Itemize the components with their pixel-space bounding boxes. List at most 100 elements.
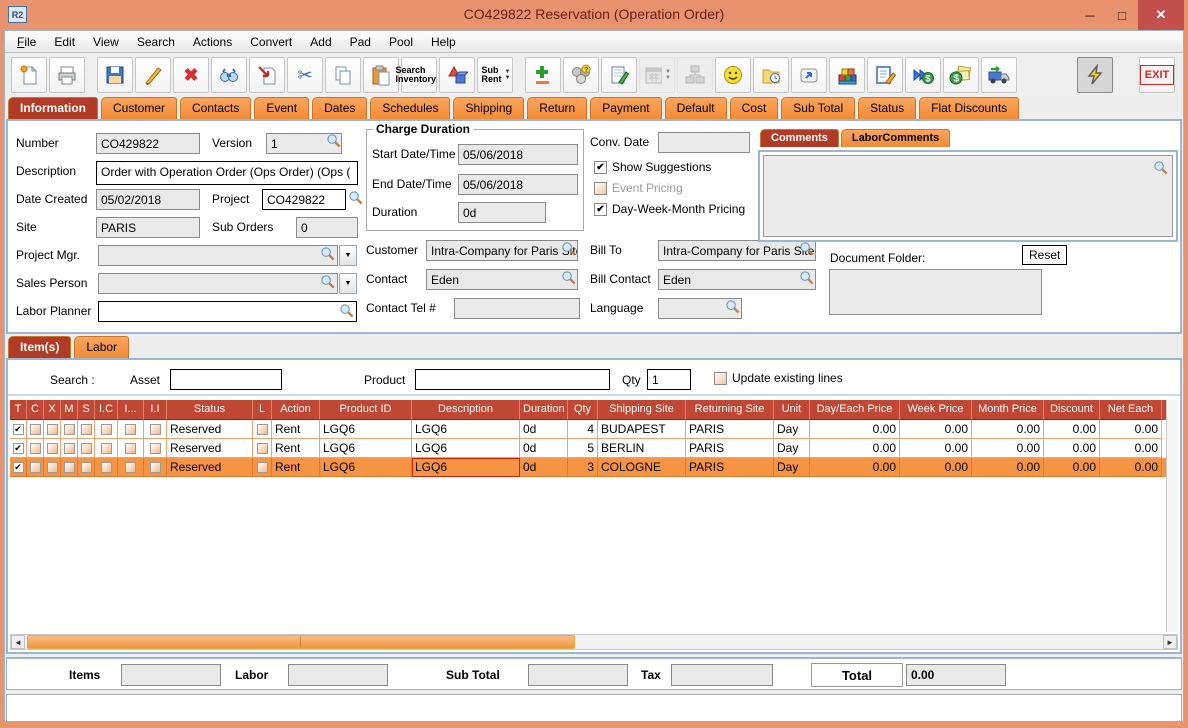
product-input[interactable] [415,369,610,390]
checkbox-icon[interactable] [64,462,75,473]
flag-cell[interactable] [118,458,144,477]
cell-l[interactable] [253,458,272,477]
minimize-icon[interactable]: ─ [1074,0,1106,30]
contact-field[interactable]: Eden [426,269,578,290]
column-header[interactable]: T [10,400,27,420]
search-icon[interactable] [725,299,740,314]
menu-convert[interactable]: Convert [250,35,292,49]
menu-pad[interactable]: Pad [350,35,371,49]
cell-returning-site[interactable]: PARIS [686,420,774,439]
conv-date-field[interactable] [658,132,750,153]
start-date-field[interactable]: 05/06/2018 [458,144,578,165]
search-icon[interactable] [561,241,576,256]
edit-note-button[interactable] [867,57,903,93]
flag-cell[interactable] [95,458,118,477]
date-created-field[interactable]: 05/02/2018 [96,189,200,210]
cell-product-id[interactable]: LGQ6 [320,420,412,439]
cell-qty[interactable]: 4 [568,420,598,439]
document-folder-field[interactable] [829,269,1042,315]
checkbox-icon[interactable] [594,203,607,216]
tab-shipping[interactable]: Shipping [453,97,524,119]
labor-planner-field[interactable] [98,301,357,322]
customer-field[interactable]: Intra-Company for Paris Site [426,240,578,261]
cell-l[interactable] [253,420,272,439]
flag-cell[interactable] [78,439,95,458]
tab-sub-total[interactable]: Sub Total [781,97,855,119]
description-field[interactable]: Order with Operation Order (Ops Order) (… [96,161,358,185]
qty-input[interactable]: 1 [647,369,691,390]
checkbox-icon[interactable] [30,443,41,454]
column-header[interactable]: X [44,400,61,420]
sales-person-field[interactable] [98,273,338,294]
cell-day-each-price[interactable]: 0.00 [810,420,900,439]
flag-cell[interactable] [118,439,144,458]
duration-field[interactable]: 0d [458,202,546,223]
checkbox-icon[interactable] [47,443,58,454]
close-icon[interactable]: ✕ [1138,0,1184,30]
column-header[interactable]: Product ID [320,400,412,420]
cell-month-price[interactable]: 0.00 [972,420,1044,439]
column-header[interactable]: S [78,400,95,420]
cell-returning-site[interactable]: PARIS [686,439,774,458]
project-mgr-dropdown[interactable]: ▼ [339,245,357,266]
cell-discount[interactable]: 0.00 [1044,439,1100,458]
column-header[interactable]: Status [167,400,253,420]
flag-cell[interactable] [61,420,78,439]
tab-status[interactable]: Status [858,97,916,119]
checkbox-icon[interactable] [81,443,92,454]
print-button[interactable] [49,57,85,93]
cell-duration[interactable]: 0d [520,420,568,439]
column-header[interactable]: M [61,400,78,420]
cell-product-id[interactable]: LGQ6 [320,439,412,458]
project-mgr-field[interactable] [98,245,338,266]
chevron-down-icon[interactable]: ▼▼ [505,69,511,81]
scroll-right-icon[interactable]: ► [1163,635,1177,649]
shortcut-key-button[interactable] [791,57,827,93]
find-button[interactable] [211,57,247,93]
search-icon[interactable] [799,270,814,285]
column-header[interactable]: Week Price [900,400,972,420]
menu-search[interactable]: Search [137,35,175,49]
checkbox-icon[interactable] [47,462,58,473]
sub-orders-field[interactable]: 0 [296,217,358,238]
column-header[interactable]: Returning Site [686,400,774,420]
checkbox-icon[interactable] [714,372,727,385]
cell-net-each[interactable]: 0.00 [1100,458,1162,477]
checkbox-icon[interactable] [150,424,161,435]
group-query-button[interactable]: ? [563,57,599,93]
flag-cell[interactable] [144,439,167,458]
checkbox-icon[interactable] [150,462,161,473]
cell-action[interactable]: Rent [272,439,320,458]
tab-payment[interactable]: Payment [590,97,661,119]
scroll-left-icon[interactable]: ◄ [11,635,25,649]
flag-cell[interactable] [10,420,27,439]
edit-button[interactable] [135,57,171,93]
table-row[interactable]: ReservedRentLGQ6LGQ60d5BERLINPARISDay0.0… [10,439,1166,458]
menu-edit[interactable]: Edit [54,35,75,49]
column-header[interactable]: Discount [1044,400,1100,420]
cell-l[interactable] [253,439,272,458]
quick-action-button[interactable] [1077,57,1113,93]
checkbox-icon[interactable] [594,161,607,174]
search-icon[interactable] [320,246,335,261]
menu-add[interactable]: Add [310,35,331,49]
checkbox-icon[interactable] [81,424,92,435]
checkbox-icon[interactable] [150,443,161,454]
new-document-button[interactable] [11,57,47,93]
checkbox-icon[interactable] [81,462,92,473]
column-header[interactable]: Shipping Site [598,400,686,420]
cell-unit[interactable]: Day [774,439,810,458]
flag-cell[interactable] [118,420,144,439]
send-document-button[interactable] [249,57,285,93]
maximize-icon[interactable]: □ [1106,0,1138,30]
flag-cell[interactable] [10,458,27,477]
flag-cell[interactable] [44,420,61,439]
cell-shipping-site[interactable]: BERLIN [598,439,686,458]
flag-cell[interactable] [95,439,118,458]
flag-cell[interactable] [144,420,167,439]
flag-cell[interactable] [61,439,78,458]
checkbox-icon[interactable] [30,462,41,473]
cell-unit[interactable]: Day [774,458,810,477]
cell-week-price[interactable]: 0.00 [900,458,972,477]
tab-information[interactable]: Information [8,97,98,119]
